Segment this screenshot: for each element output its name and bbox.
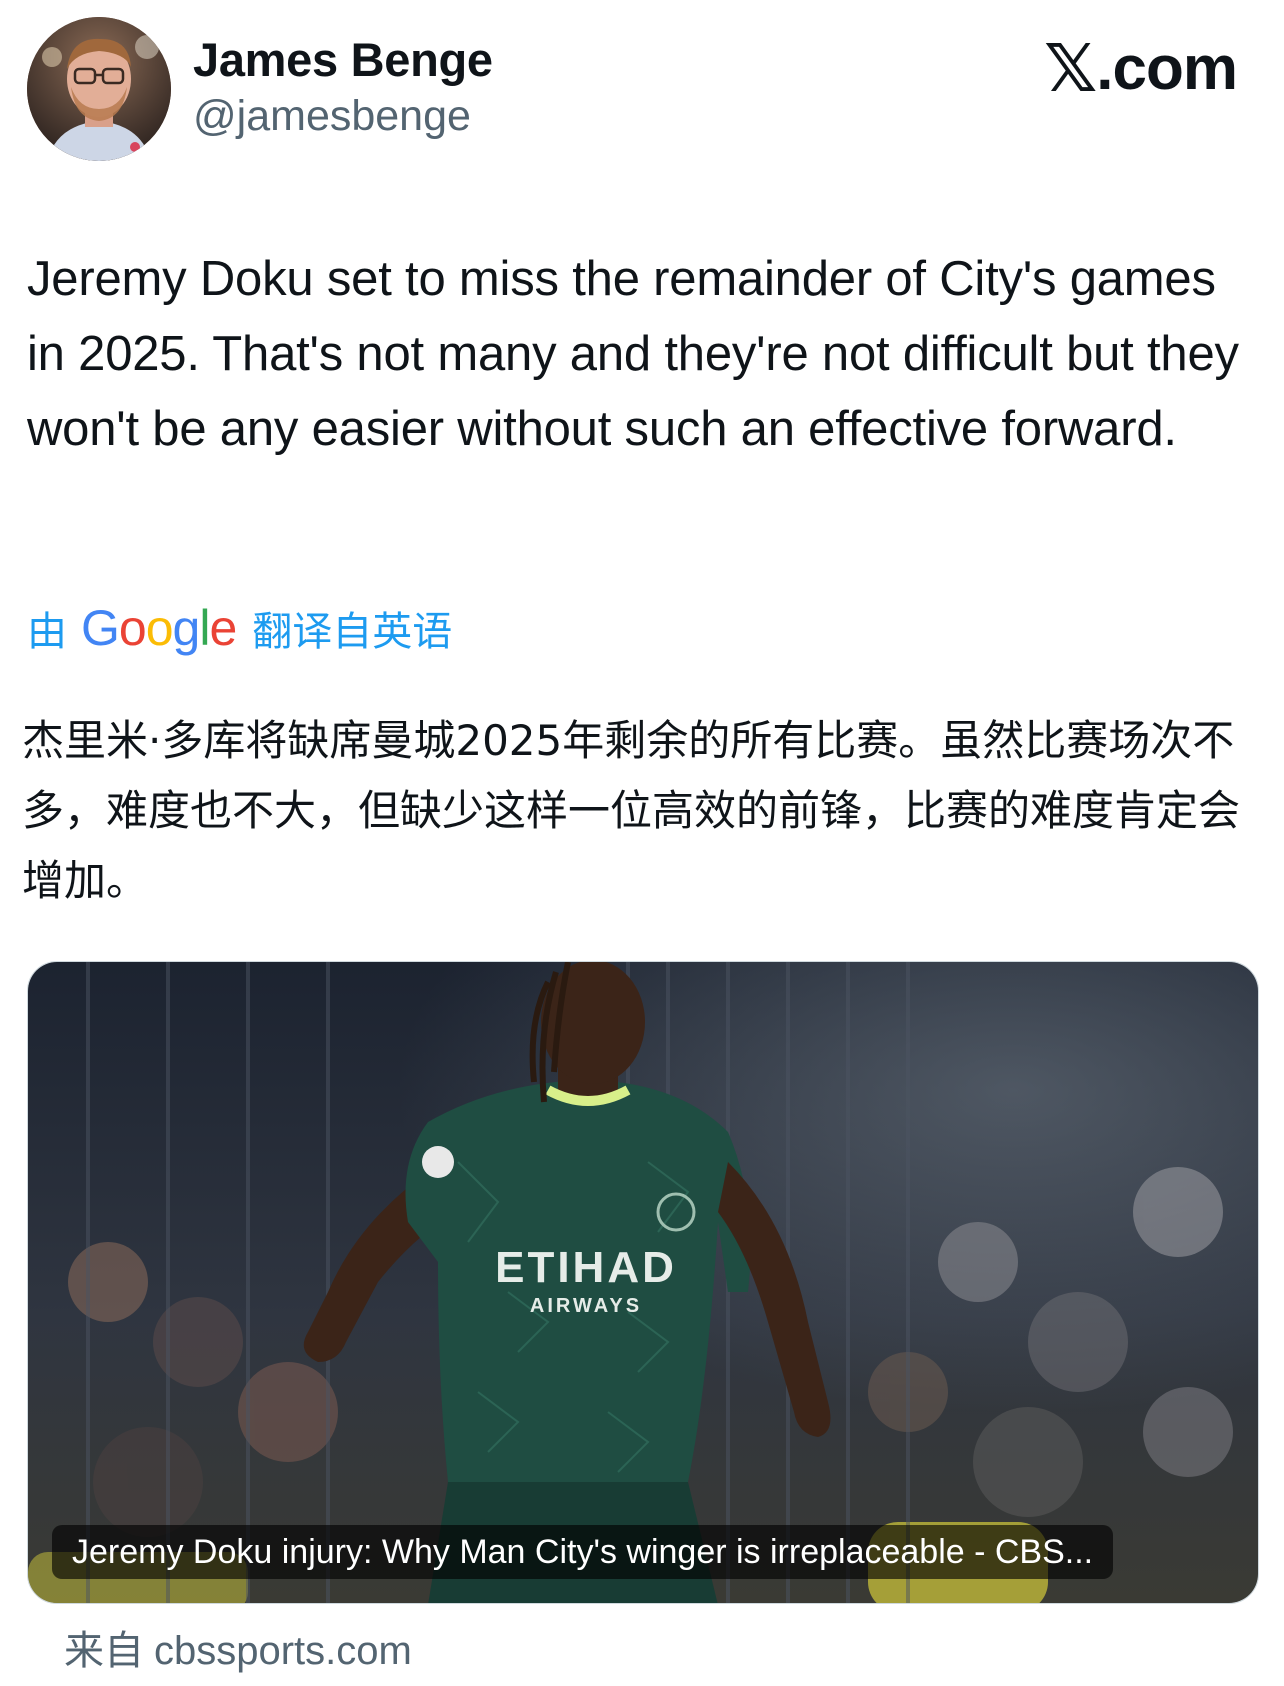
sleeve-badge-icon xyxy=(422,1146,454,1178)
article-image: ETIHAD AIRWAYS xyxy=(28,962,1258,1603)
shirt-sponsor: ETIHAD xyxy=(495,1243,677,1292)
avatar-photo xyxy=(27,17,171,161)
tweet-screenshot: James Benge @jamesbenge 𝕏 .com Jeremy Do… xyxy=(0,0,1284,1686)
brand-domain: .com xyxy=(1096,34,1238,103)
tweet-text: Jeremy Doku set to miss the remainder of… xyxy=(27,252,1239,456)
shirt-sponsor-sub: AIRWAYS xyxy=(530,1295,642,1317)
link-card[interactable]: ETIHAD AIRWAYS Jeremy Doku injury: Why M… xyxy=(27,961,1259,1604)
link-source[interactable]: 来自 cbssports.com xyxy=(64,1618,412,1676)
translated-text: 杰里米·多库将缺席曼城2025年剩余的所有比赛。虽然比赛场次不多，难度也不大，但… xyxy=(22,716,1241,905)
translation-suffix: 翻译自英语 xyxy=(252,610,453,654)
google-logo-icon: Google xyxy=(81,600,237,656)
author-handle[interactable]: @jamesbenge xyxy=(193,92,471,141)
source-domain: cbssports.com xyxy=(154,1629,412,1673)
x-logo: 𝕏 .com xyxy=(1044,30,1238,107)
x-logo-icon: 𝕏 xyxy=(1044,31,1097,105)
translation-prefix: 由 xyxy=(27,610,67,654)
source-prefix: 来自 xyxy=(64,1628,144,1674)
author-name[interactable]: James Benge xyxy=(193,32,493,87)
author-avatar[interactable] xyxy=(27,17,171,161)
link-card-caption: Jeremy Doku injury: Why Man City's winge… xyxy=(52,1525,1114,1579)
translation-attribution[interactable]: 由 Google 翻译自英语 xyxy=(27,598,452,658)
